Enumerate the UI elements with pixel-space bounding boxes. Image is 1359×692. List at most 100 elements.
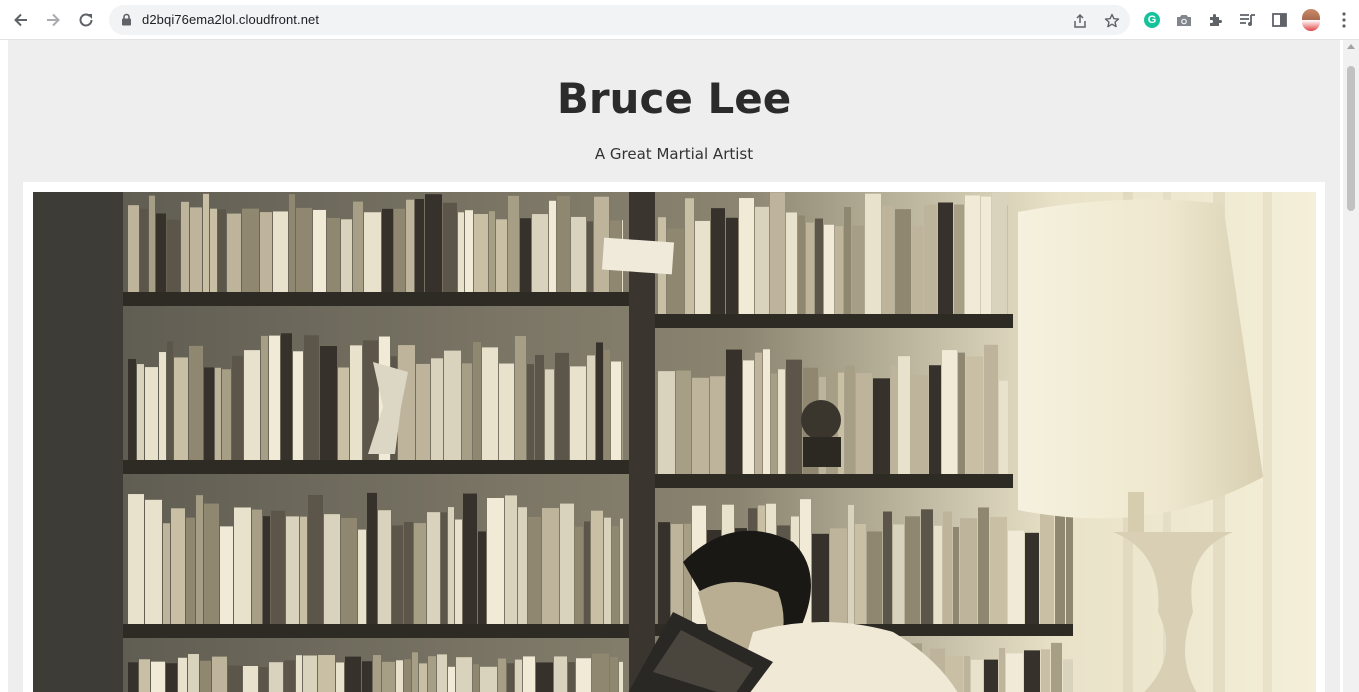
book-spine [499,363,514,460]
book-spine [1008,530,1024,624]
address-bar[interactable]: d2bqi76ema2lol.cloudfront.net [109,5,1130,35]
book-spine [303,655,317,692]
vertical-scrollbar[interactable] [1343,40,1359,692]
media-queue-icon[interactable] [1237,10,1257,30]
book-spine [835,226,843,314]
book-spine [912,226,923,314]
book-spine [456,657,472,692]
camera-icon[interactable] [1174,10,1194,30]
book-spine [181,201,189,292]
book-spine [545,369,554,460]
book-spine [394,208,405,292]
book-spine [771,373,777,474]
book-spine [604,349,610,460]
book-spine [571,216,586,292]
book-spine [575,526,583,624]
book-spine [610,656,618,692]
book-spine [220,526,233,624]
book-spine [984,659,998,692]
book-spine [271,510,285,624]
book-spine [289,194,295,292]
book-spine [186,517,195,624]
bruce-lee-photo [33,192,1316,692]
book-spine [188,654,199,692]
book-spine [218,209,226,292]
book-spine [382,208,393,292]
book-spine [441,512,447,624]
puzzle-icon[interactable] [1206,10,1226,30]
book-spine [824,224,834,314]
book-spine [990,516,1007,624]
book-spine [228,665,242,692]
lock-icon [121,13,132,31]
book-spine [844,207,851,314]
book-spine [145,499,162,624]
url-text[interactable]: d2bqi76ema2lol.cloudfront.net [142,12,319,27]
book-spine [520,218,531,292]
book-spine [505,495,517,624]
book-spine [984,344,998,474]
star-icon[interactable] [1102,11,1122,31]
book-spine [739,198,754,314]
book-spine [954,204,964,314]
arrow-left-icon [12,11,30,29]
book-spine [412,652,418,692]
book-spine [269,662,283,692]
book-spine [269,335,280,460]
book-spine [622,361,623,460]
book-spine [856,373,872,474]
book-spine [308,494,323,624]
book-spine [591,510,603,624]
book-spine [260,212,272,292]
book-spine [528,516,541,624]
scroll-up-arrow-icon[interactable] [1347,44,1355,49]
more-vert-icon[interactable] [1334,10,1354,30]
share-icon[interactable] [1070,11,1090,31]
side-panel-icon[interactable] [1269,10,1289,30]
book-spine [139,659,150,692]
book-spine [1063,659,1073,692]
book-spine [473,341,481,460]
book-spine [755,206,769,314]
reload-button[interactable] [74,8,98,32]
book-spine [924,204,937,314]
book-spine [427,512,440,624]
browser-viewport: Bruce Lee A Great Martial Artist [0,40,1359,692]
book-spine [478,531,486,624]
arrow-right-icon [44,11,62,29]
book-spine [284,660,295,692]
book-spine [163,523,170,624]
book-spine [324,514,340,624]
book-spine [128,359,136,460]
book-spine [873,378,890,474]
book-spine [893,524,904,624]
book-spine [341,219,352,292]
book-spine [848,504,854,624]
book-spine [1055,515,1065,624]
book-spine [960,518,977,624]
book-spine [293,351,303,460]
book-spine [981,196,991,314]
book-spine [159,352,166,460]
book-spine [431,358,443,460]
book-spine [350,345,362,460]
book-spine [498,658,506,692]
book-spine [905,516,920,624]
page-subtitle: A Great Martial Artist [594,145,754,163]
book-spine [404,659,411,692]
profile-avatar[interactable] [1301,9,1321,31]
book-spine [263,516,270,624]
book-spine [596,342,603,460]
book-spine [942,350,957,474]
book-spine [281,333,292,460]
back-button[interactable] [9,8,33,32]
forward-button[interactable] [41,8,65,32]
grammarly-icon[interactable]: G [1142,10,1162,30]
book-spine [612,525,619,624]
book-spine [535,354,544,460]
scroll-thumb[interactable] [1347,66,1355,211]
book-spine [313,209,326,292]
book-spine [611,361,621,460]
book-spine [482,347,498,460]
book-spine [726,217,738,314]
